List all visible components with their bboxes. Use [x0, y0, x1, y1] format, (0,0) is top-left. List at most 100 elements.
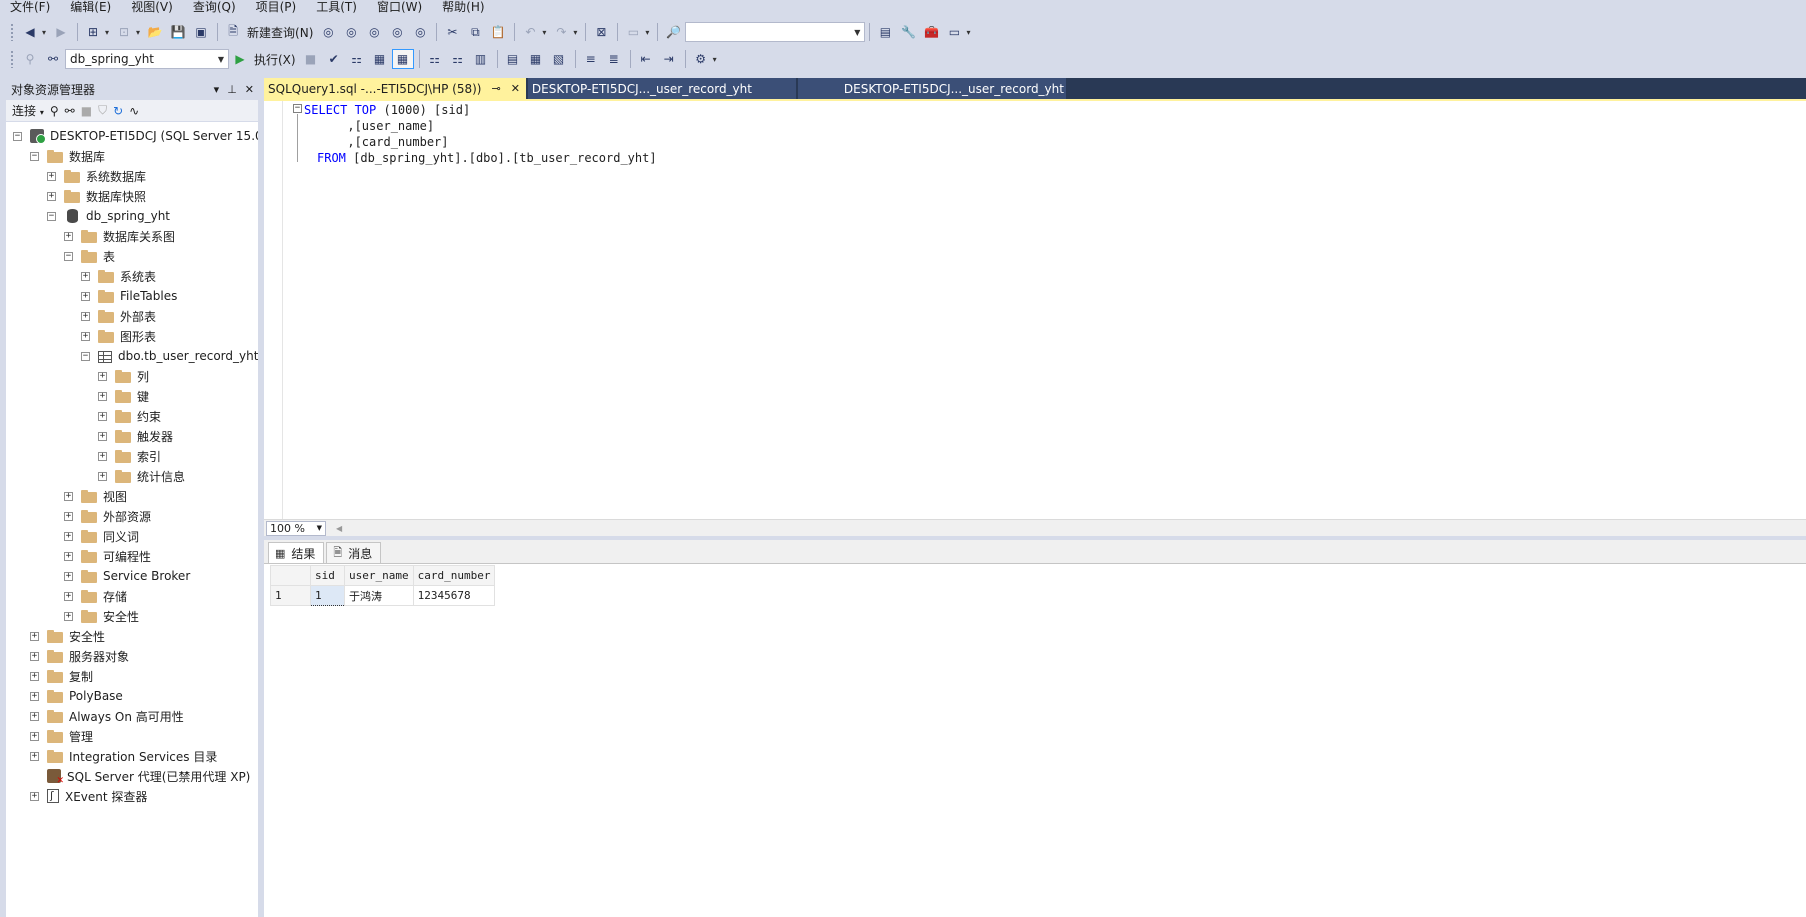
tree-node[interactable]: + 复制: [6, 666, 258, 686]
collapse-icon[interactable]: −: [30, 151, 39, 161]
tree-node[interactable]: + FileTables: [6, 286, 258, 306]
new-query-button[interactable]: 新建查询(N): [247, 24, 313, 41]
save-all-icon[interactable]: ▣: [190, 22, 212, 42]
toolbar-options-dropdown-icon[interactable]: ▾: [713, 55, 717, 64]
tree-node[interactable]: + PolyBase: [6, 686, 258, 706]
tree-node[interactable]: + Integration Services 目录: [6, 746, 258, 766]
collapse-icon[interactable]: −: [13, 131, 22, 141]
query-dax-icon[interactable]: ◎: [409, 22, 431, 42]
filter-icon[interactable]: ⛉: [98, 103, 107, 118]
tree-node[interactable]: + 列: [6, 366, 258, 386]
expand-icon[interactable]: +: [47, 191, 56, 201]
open-file-icon[interactable]: 📂: [144, 22, 166, 42]
pin-icon[interactable]: ⊸: [491, 82, 500, 95]
tree-node[interactable]: + 可编程性: [6, 546, 258, 566]
find-icon[interactable]: 🔎: [662, 22, 684, 42]
tree-node[interactable]: + 安全性: [6, 626, 258, 646]
copy-icon[interactable]: ⧉: [464, 22, 486, 42]
change-connection-icon[interactable]: ⚯: [42, 49, 64, 69]
collapse-icon[interactable]: −: [293, 104, 302, 113]
forward-icon[interactable]: ▶: [50, 22, 72, 42]
expand-icon[interactable]: +: [98, 391, 107, 401]
query-xmla-icon[interactable]: ◎: [386, 22, 408, 42]
disconnect-icon[interactable]: ⚯: [65, 104, 75, 118]
undo-icon[interactable]: ↶: [519, 22, 541, 42]
expand-icon[interactable]: +: [30, 651, 39, 661]
tree-node[interactable]: + Always On 高可用性: [6, 706, 258, 726]
redo-icon[interactable]: ↷: [550, 22, 572, 42]
expand-icon[interactable]: +: [98, 371, 107, 381]
tree-node[interactable]: − dbo.tb_user_record_yht: [6, 346, 258, 366]
redo-dropdown-icon[interactable]: ▾: [573, 28, 577, 37]
menu-item[interactable]: 编辑(E): [70, 0, 111, 14]
find-combo[interactable]: ▼: [685, 22, 866, 42]
column-header[interactable]: user_name: [344, 565, 414, 586]
add-item-icon[interactable]: ⊡: [113, 22, 135, 42]
tree-node[interactable]: − 表: [6, 246, 258, 266]
expand-icon[interactable]: +: [81, 291, 90, 301]
toolbar-grip[interactable]: [10, 23, 14, 41]
tab-sqlquery1[interactable]: SQLQuery1.sql -...-ETI5DCJ\HP (58)) ⊸ ✕: [264, 78, 526, 99]
query-db-icon[interactable]: ◎: [317, 22, 339, 42]
grid-corner[interactable]: [270, 565, 311, 586]
back-dropdown-icon[interactable]: ▾: [42, 28, 46, 37]
results-to-grid-icon[interactable]: ▦: [391, 49, 414, 69]
query-editor[interactable]: − SELECT TOP (1000) [sid] ,[user_name] ,…: [264, 99, 1806, 519]
results-to-file-icon[interactable]: ▧: [548, 49, 570, 69]
specify-values-icon[interactable]: ⚙: [690, 49, 712, 69]
tab-results[interactable]: ▦ 结果: [268, 542, 325, 563]
execute-icon[interactable]: ▶: [229, 49, 251, 69]
expand-icon[interactable]: +: [30, 731, 39, 741]
grid-cell[interactable]: 1: [310, 585, 345, 606]
grid-cell[interactable]: 12345678: [412, 585, 496, 606]
increase-indent-icon[interactable]: ⇥: [658, 49, 680, 69]
save-icon[interactable]: 💾: [167, 22, 189, 42]
activity-icon[interactable]: ∿: [129, 104, 139, 118]
tab-user-record-2[interactable]: DESKTOP-ETI5DCJ..._user_record_yht: [797, 78, 1066, 99]
live-stats-icon[interactable]: ⚏: [447, 49, 469, 69]
collapse-icon[interactable]: −: [81, 351, 90, 361]
properties-icon[interactable]: ▤: [874, 22, 896, 42]
toolbox-icon[interactable]: 🧰: [920, 22, 942, 42]
connect-icon[interactable]: ⚲: [19, 49, 41, 69]
menu-item[interactable]: 帮助(H): [442, 0, 484, 14]
query-options-icon[interactable]: ▦: [369, 49, 391, 69]
expand-icon[interactable]: +: [30, 671, 39, 681]
tree-node[interactable]: + 同义词: [6, 526, 258, 546]
expand-icon[interactable]: +: [30, 691, 39, 701]
query-mdx-icon[interactable]: ◎: [340, 22, 362, 42]
tree-node[interactable]: + 键: [6, 386, 258, 406]
expand-icon[interactable]: +: [81, 311, 90, 321]
tree-node[interactable]: + 视图: [6, 486, 258, 506]
scroll-left-icon[interactable]: ◀: [336, 524, 342, 533]
tree-node[interactable]: + 统计信息: [6, 466, 258, 486]
tree-node[interactable]: − db_spring_yht: [6, 206, 258, 226]
row-number[interactable]: 1: [270, 585, 311, 606]
column-header[interactable]: card_number: [412, 565, 496, 586]
expand-icon[interactable]: +: [64, 591, 73, 601]
back-icon[interactable]: ◀: [19, 22, 41, 42]
tab-messages[interactable]: 🗎 消息: [326, 542, 382, 563]
expand-icon[interactable]: +: [64, 611, 73, 621]
tree-node[interactable]: + 安全性: [6, 606, 258, 626]
command-window-icon[interactable]: ▭: [943, 22, 965, 42]
customize-dropdown-icon[interactable]: ▾: [966, 28, 970, 37]
tree-node[interactable]: + 外部表: [6, 306, 258, 326]
solution-config-dropdown-icon[interactable]: ▾: [645, 28, 649, 37]
expand-icon[interactable]: +: [81, 331, 90, 341]
menu-item[interactable]: 查询(Q): [193, 0, 236, 14]
tree-node[interactable]: + 索引: [6, 446, 258, 466]
tree-node[interactable]: + 数据库关系图: [6, 226, 258, 246]
refresh-icon[interactable]: ↻: [113, 104, 123, 118]
tree-node[interactable]: + Service Broker: [6, 566, 258, 586]
solution-config-icon[interactable]: ▭: [622, 22, 644, 42]
add-item-dropdown-icon[interactable]: ▾: [136, 28, 140, 37]
collapse-icon[interactable]: −: [47, 211, 56, 221]
parse-icon[interactable]: ✔: [323, 49, 345, 69]
tree-node[interactable]: + XEvent 探查器: [6, 786, 258, 806]
column-header[interactable]: sid: [310, 565, 345, 586]
menu-item[interactable]: 视图(V): [131, 0, 173, 14]
new-query-icon[interactable]: 🗎: [222, 22, 244, 42]
results-to-grid-alt-icon[interactable]: ▦: [525, 49, 547, 69]
expand-icon[interactable]: +: [98, 471, 107, 481]
